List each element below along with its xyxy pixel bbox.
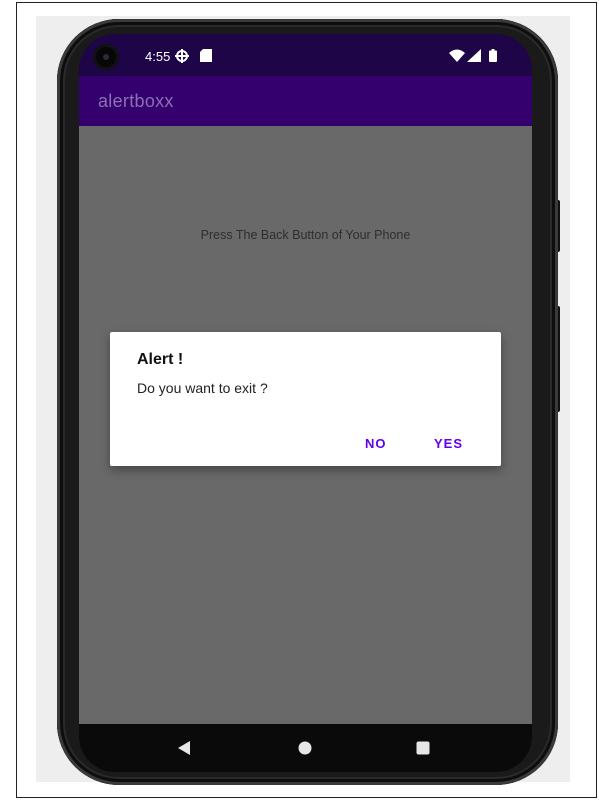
app-title: alertboxx [98, 91, 174, 111]
status-time: 4:55 [145, 49, 171, 64]
camera-cutout [96, 47, 116, 67]
no-button[interactable]: NO [365, 436, 387, 451]
sd-card-icon [200, 49, 212, 62]
content-scrim[interactable]: Press The Back Button of Your Phone Aler… [79, 126, 532, 724]
status-bar: 4:55 [79, 34, 532, 76]
battery-icon [489, 49, 497, 62]
dialog-message: Do you want to exit ? [137, 380, 268, 396]
navigation-bar [79, 724, 532, 772]
yes-button[interactable]: YES [434, 436, 463, 451]
recents-icon[interactable] [416, 741, 430, 755]
settings-sync-icon [175, 49, 189, 63]
back-icon[interactable] [177, 741, 191, 755]
home-icon[interactable] [298, 741, 312, 755]
dialog-title: Alert ! [137, 351, 184, 368]
alert-dialog: Alert ! Do you want to exit ? NO YES [110, 332, 501, 466]
instruction-text: Press The Back Button of Your Phone [200, 228, 411, 242]
signal-icon [467, 49, 481, 62]
app-bar: alertboxx [79, 76, 532, 126]
phone-screen: 4:55 alertboxx Press The Back Button of … [79, 34, 532, 772]
wifi-icon [449, 49, 465, 62]
